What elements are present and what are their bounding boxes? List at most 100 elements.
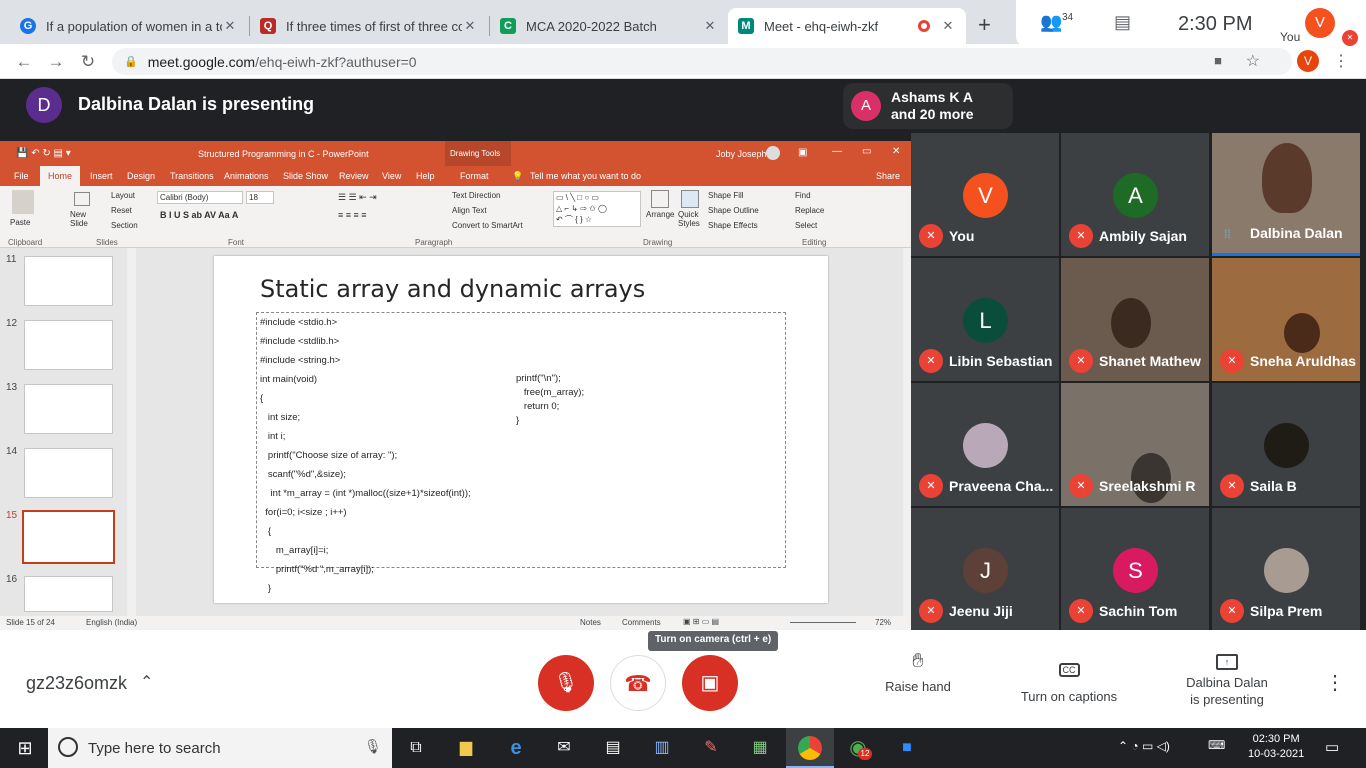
url-bar[interactable]: 🔒 meet.google.com/ehq-eiwh-zkf?authuser=… bbox=[112, 48, 1292, 75]
layout-button[interactable]: Layout bbox=[111, 191, 135, 200]
quick-styles-icon[interactable] bbox=[681, 190, 699, 208]
ppt-tab-format[interactable]: Format bbox=[460, 171, 489, 181]
ppt-tab-animations[interactable]: Animations bbox=[224, 171, 269, 181]
participant-tile[interactable]: ✕ Sreelakshmi R bbox=[1061, 383, 1209, 506]
app-icon[interactable]: ▦ bbox=[747, 736, 773, 760]
captions-button[interactable]: CC Turn on captions bbox=[1010, 660, 1128, 704]
ppt-tab-help[interactable]: Help bbox=[416, 171, 435, 181]
participant-tile[interactable]: ✕ Saila B bbox=[1212, 383, 1360, 506]
back-arrow-icon[interactable]: ← bbox=[12, 50, 36, 74]
participant-tile[interactable]: ✕ Silpa Prem bbox=[1212, 508, 1360, 631]
ppt-close-icon[interactable]: ✕ bbox=[892, 146, 900, 157]
ppt-maximize-icon[interactable]: ▭ bbox=[862, 146, 871, 157]
raise-hand-button[interactable]: ✋︎ Raise hand bbox=[860, 650, 976, 694]
microphone-icon[interactable]: 🎙︎ bbox=[364, 738, 382, 755]
chevron-up-icon[interactable]: ⌃ bbox=[140, 672, 153, 692]
slide-thumbnail-13[interactable] bbox=[24, 384, 113, 434]
arrange-label[interactable]: Arrange bbox=[646, 210, 674, 219]
slide-thumbnail-14[interactable] bbox=[24, 448, 113, 498]
align-text-button[interactable]: Align Text bbox=[452, 206, 487, 215]
ppt-tab-home[interactable]: Home bbox=[40, 166, 80, 186]
notification-center-icon[interactable]: ▭ bbox=[1325, 738, 1339, 756]
task-view-icon[interactable]: ⧉ bbox=[403, 736, 429, 760]
notes-button[interactable]: Notes bbox=[580, 618, 601, 627]
browser-tab-4-active[interactable]: M Meet - ehq-eiwh-zkf ✕ bbox=[728, 8, 966, 44]
paint-icon[interactable]: ✎ bbox=[698, 736, 724, 760]
arrange-icon[interactable] bbox=[651, 190, 669, 208]
align-buttons[interactable]: ≡ ≡ ≡ ≡ bbox=[338, 210, 367, 220]
participant-tile[interactable]: J ✕ Jeenu Jiji bbox=[911, 508, 1059, 631]
participant-tile-speaking[interactable]: ⁞⁞ Dalbina Dalan bbox=[1212, 133, 1360, 256]
ppt-tab-slideshow[interactable]: Slide Show bbox=[283, 171, 328, 181]
ppt-minimize-icon[interactable]: — bbox=[832, 146, 842, 157]
participant-tile[interactable]: S ✕ Sachin Tom bbox=[1061, 508, 1209, 631]
bookmark-star-icon[interactable]: ☆ bbox=[1246, 51, 1260, 71]
profile-avatar[interactable]: V bbox=[1297, 50, 1319, 72]
ppt-quick-access-icons[interactable]: 💾 ↶ ↻ ▤ ▾ bbox=[16, 148, 71, 159]
app-icon[interactable]: ▥ bbox=[649, 736, 675, 760]
ppt-tab-review[interactable]: Review bbox=[339, 171, 369, 181]
slide-canvas[interactable]: Static array and dynamic arrays #include… bbox=[214, 256, 828, 603]
paste-label[interactable]: Paste bbox=[10, 218, 30, 227]
quick-styles-label[interactable]: Quick Styles bbox=[678, 210, 706, 228]
replace-button[interactable]: Replace bbox=[795, 206, 824, 215]
reset-button[interactable]: Reset bbox=[111, 206, 132, 215]
font-size-select[interactable]: 18 bbox=[246, 191, 274, 204]
ppt-tab-transitions[interactable]: Transitions bbox=[170, 171, 214, 181]
chrome-taskbar-button[interactable] bbox=[786, 728, 834, 768]
edge-icon[interactable]: e bbox=[503, 736, 529, 760]
participant-tile[interactable]: V ✕ You bbox=[911, 133, 1059, 256]
clock[interactable]: 02:30 PM 10-03-2021 bbox=[1248, 732, 1304, 762]
slide-thumbnail-16[interactable] bbox=[24, 576, 113, 612]
participant-tile[interactable]: ✕ Praveena Cha... bbox=[911, 383, 1059, 506]
participant-tile[interactable]: A ✕ Ambily Sajan bbox=[1061, 133, 1209, 256]
more-options-icon[interactable]: ⋮ bbox=[1325, 670, 1345, 695]
participant-tile[interactable]: ✕ Sneha Aruldhas bbox=[1212, 258, 1360, 381]
text-direction-button[interactable]: Text Direction bbox=[452, 191, 500, 200]
ribbon-display-icon[interactable]: ▣ bbox=[798, 147, 807, 158]
slide-thumbnail-11[interactable] bbox=[24, 256, 113, 306]
slide-title[interactable]: Static array and dynamic arrays bbox=[260, 275, 645, 303]
ime-icon[interactable]: ⌨ bbox=[1208, 738, 1225, 752]
new-slide-icon[interactable] bbox=[74, 192, 90, 206]
file-explorer-icon[interactable]: ▆ bbox=[453, 736, 479, 760]
zoom-icon[interactable]: ■ bbox=[894, 736, 920, 760]
new-slide-label[interactable]: New Slide bbox=[70, 210, 100, 228]
taskbar-search[interactable]: Type here to search 🎙︎ bbox=[48, 728, 392, 768]
ppt-tab-file[interactable]: File bbox=[14, 171, 29, 181]
self-avatar[interactable]: V bbox=[1305, 8, 1335, 38]
close-tab-icon[interactable]: ✕ bbox=[702, 18, 718, 34]
store-icon[interactable]: ▤ bbox=[600, 736, 626, 760]
mic-off-button[interactable]: 🎙︎ bbox=[538, 655, 594, 711]
font-family-select[interactable]: Calibri (Body) bbox=[157, 191, 243, 204]
chrome-menu-icon[interactable]: ⋮ bbox=[1333, 51, 1349, 71]
tell-me-search[interactable]: Tell me what you want to do bbox=[530, 171, 641, 181]
ppt-share-button[interactable]: Share bbox=[876, 171, 900, 181]
slide-thumbnail-15-selected[interactable] bbox=[22, 510, 115, 564]
font-format-buttons[interactable]: B I U S ab AV Aa A bbox=[160, 210, 238, 220]
slide-scrollbar[interactable] bbox=[903, 248, 911, 616]
browser-tab-1[interactable]: G If a population of women in a to ✕ bbox=[10, 8, 248, 44]
participant-tile[interactable]: ✕ Shanet Mathew bbox=[1061, 258, 1209, 381]
slide-thumbnail-12[interactable] bbox=[24, 320, 113, 370]
participant-tile[interactable]: L ✕ Libin Sebastian bbox=[911, 258, 1059, 381]
shapes-gallery[interactable]: ▭ \ ╲ □ ○ ▭ △ ⌐ ↳ ⇨ ✩ ◯ ↶ ⌒ { } ☆ bbox=[553, 191, 641, 227]
windows-start-icon[interactable]: ⊞ bbox=[12, 736, 38, 760]
shape-outline-button[interactable]: Shape Outline bbox=[708, 206, 759, 215]
reload-icon[interactable]: ↻ bbox=[76, 50, 100, 74]
new-tab-button[interactable]: + bbox=[978, 12, 991, 38]
paste-icon[interactable] bbox=[12, 190, 34, 214]
camera-blocked-icon[interactable]: ■ bbox=[1214, 53, 1222, 68]
comments-button[interactable]: Comments bbox=[622, 618, 661, 627]
people-icon[interactable]: 👥 bbox=[1040, 12, 1062, 33]
zoom-slider[interactable] bbox=[790, 622, 856, 623]
close-tab-icon[interactable]: ✕ bbox=[462, 18, 478, 34]
ppt-tab-view[interactable]: View bbox=[382, 171, 401, 181]
smartart-button[interactable]: Convert to SmartArt bbox=[452, 221, 523, 230]
shape-effects-button[interactable]: Shape Effects bbox=[708, 221, 758, 230]
select-button[interactable]: Select bbox=[795, 221, 817, 230]
hang-up-button[interactable]: ☎ bbox=[610, 655, 666, 711]
browser-tab-3[interactable]: C MCA 2020-2022 Batch ✕ bbox=[490, 8, 728, 44]
section-button[interactable]: Section bbox=[111, 221, 138, 230]
zoom-level[interactable]: 72% bbox=[875, 618, 891, 627]
